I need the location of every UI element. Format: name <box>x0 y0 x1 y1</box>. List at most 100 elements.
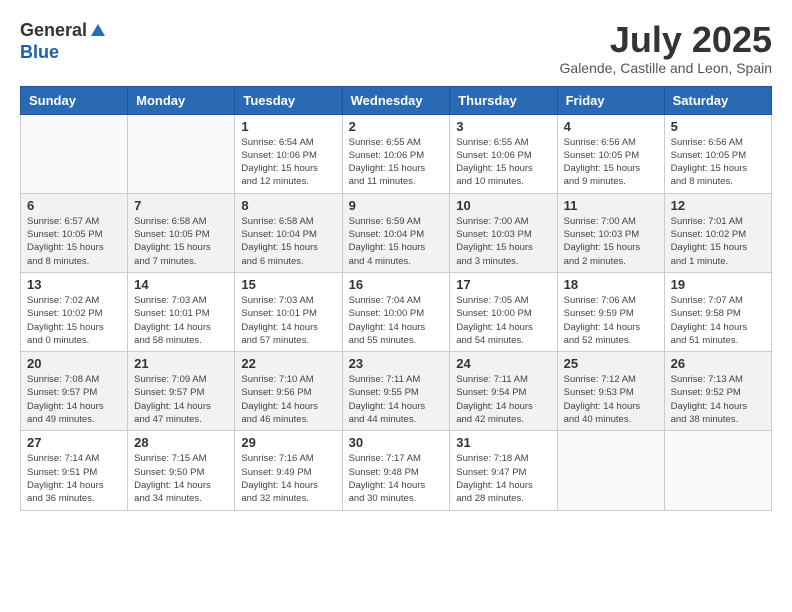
month-year-title: July 2025 <box>560 20 772 60</box>
day-info: Sunrise: 7:08 AM Sunset: 9:57 PM Dayligh… <box>27 373 121 426</box>
table-row <box>128 114 235 193</box>
table-row: 4 Sunrise: 6:56 AM Sunset: 10:05 PM Dayli… <box>557 114 664 193</box>
day-info: Sunrise: 7:15 AM Sunset: 9:50 PM Dayligh… <box>134 452 228 505</box>
day-number: 10 <box>456 198 550 213</box>
day-number: 20 <box>27 356 121 371</box>
table-row: 15 Sunrise: 7:03 AM Sunset: 10:01 PM Dayl… <box>235 272 342 351</box>
day-number: 9 <box>349 198 444 213</box>
weekday-header-monday: Monday <box>128 86 235 114</box>
table-row: 12Sunrise: 7:01 AM Sunset: 10:02 PM Dayl… <box>664 193 771 272</box>
table-row: 3 Sunrise: 6:55 AM Sunset: 10:06 PM Dayli… <box>450 114 557 193</box>
table-row <box>21 114 128 193</box>
day-info: Sunrise: 7:07 AM Sunset: 9:58 PM Dayligh… <box>671 294 765 347</box>
table-row <box>557 431 664 510</box>
day-info: Sunrise: 6:56 AM Sunset: 10:05 PM Daylig… <box>671 136 765 189</box>
table-row: 5Sunrise: 6:56 AM Sunset: 10:05 PM Dayli… <box>664 114 771 193</box>
day-info: Sunrise: 7:03 AM Sunset: 10:01 PM Daylig… <box>134 294 228 347</box>
day-number: 23 <box>349 356 444 371</box>
day-number: 4 <box>564 119 658 134</box>
table-row: 2 Sunrise: 6:55 AM Sunset: 10:06 PM Dayli… <box>342 114 450 193</box>
weekday-header-wednesday: Wednesday <box>342 86 450 114</box>
calendar-table: SundayMondayTuesdayWednesdayThursdayFrid… <box>20 86 772 511</box>
day-number: 6 <box>27 198 121 213</box>
calendar-week-row: 27Sunrise: 7:14 AM Sunset: 9:51 PM Dayli… <box>21 431 772 510</box>
table-row: 24Sunrise: 7:11 AM Sunset: 9:54 PM Dayli… <box>450 352 557 431</box>
table-row: 23 Sunrise: 7:11 AM Sunset: 9:55 PM Dayli… <box>342 352 450 431</box>
table-row: 11Sunrise: 7:00 AM Sunset: 10:03 PM Dayl… <box>557 193 664 272</box>
table-row: 20 Sunrise: 7:08 AM Sunset: 9:57 PM Dayli… <box>21 352 128 431</box>
table-row: 27Sunrise: 7:14 AM Sunset: 9:51 PM Dayli… <box>21 431 128 510</box>
day-info: Sunrise: 7:10 AM Sunset: 9:56 PM Dayligh… <box>241 373 335 426</box>
table-row: 28 Sunrise: 7:15 AM Sunset: 9:50 PM Dayli… <box>128 431 235 510</box>
calendar-week-row: 6 Sunrise: 6:57 AM Sunset: 10:05 PM Dayli… <box>21 193 772 272</box>
day-number: 13 <box>27 277 121 292</box>
table-row: 18 Sunrise: 7:06 AM Sunset: 9:59 PM Dayli… <box>557 272 664 351</box>
day-info: Sunrise: 6:56 AM Sunset: 10:05 PM Daylig… <box>564 136 658 189</box>
day-info: Sunrise: 6:57 AM Sunset: 10:05 PM Daylig… <box>27 215 121 268</box>
day-number: 1 <box>241 119 335 134</box>
day-number: 26 <box>671 356 765 371</box>
day-number: 19 <box>671 277 765 292</box>
table-row: 30 Sunrise: 7:17 AM Sunset: 9:48 PM Dayli… <box>342 431 450 510</box>
day-info: Sunrise: 7:12 AM Sunset: 9:53 PM Dayligh… <box>564 373 658 426</box>
day-info: Sunrise: 7:05 AM Sunset: 10:00 PM Daylig… <box>456 294 550 347</box>
logo-icon <box>89 22 107 42</box>
day-info: Sunrise: 7:01 AM Sunset: 10:02 PM Daylig… <box>671 215 765 268</box>
day-number: 3 <box>456 119 550 134</box>
day-info: Sunrise: 6:55 AM Sunset: 10:06 PM Daylig… <box>349 136 444 189</box>
table-row: 31 Sunrise: 7:18 AM Sunset: 9:47 PM Dayli… <box>450 431 557 510</box>
day-info: Sunrise: 7:04 AM Sunset: 10:00 PM Daylig… <box>349 294 444 347</box>
day-number: 18 <box>564 277 658 292</box>
day-info: Sunrise: 7:00 AM Sunset: 10:03 PM Daylig… <box>564 215 658 268</box>
calendar-week-row: 1 Sunrise: 6:54 AM Sunset: 10:06 PM Dayli… <box>21 114 772 193</box>
day-number: 22 <box>241 356 335 371</box>
day-number: 28 <box>134 435 228 450</box>
day-number: 2 <box>349 119 444 134</box>
day-info: Sunrise: 6:58 AM Sunset: 10:04 PM Daylig… <box>241 215 335 268</box>
table-row <box>664 431 771 510</box>
weekday-header-friday: Friday <box>557 86 664 114</box>
weekday-header-sunday: Sunday <box>21 86 128 114</box>
logo: General Blue <box>20 20 107 63</box>
day-info: Sunrise: 7:17 AM Sunset: 9:48 PM Dayligh… <box>349 452 444 505</box>
day-info: Sunrise: 7:03 AM Sunset: 10:01 PM Daylig… <box>241 294 335 347</box>
table-row: 21 Sunrise: 7:09 AM Sunset: 9:57 PM Dayli… <box>128 352 235 431</box>
day-info: Sunrise: 6:54 AM Sunset: 10:06 PM Daylig… <box>241 136 335 189</box>
day-number: 14 <box>134 277 228 292</box>
table-row: 16 Sunrise: 7:04 AM Sunset: 10:00 PM Dayl… <box>342 272 450 351</box>
calendar-week-row: 13Sunrise: 7:02 AM Sunset: 10:02 PM Dayl… <box>21 272 772 351</box>
table-row: 9Sunrise: 6:59 AM Sunset: 10:04 PM Dayli… <box>342 193 450 272</box>
table-row: 8 Sunrise: 6:58 AM Sunset: 10:04 PM Dayli… <box>235 193 342 272</box>
page-header: General Blue July 2025 Galende, Castille… <box>20 20 772 76</box>
table-row: 6 Sunrise: 6:57 AM Sunset: 10:05 PM Dayli… <box>21 193 128 272</box>
day-info: Sunrise: 6:55 AM Sunset: 10:06 PM Daylig… <box>456 136 550 189</box>
day-info: Sunrise: 7:00 AM Sunset: 10:03 PM Daylig… <box>456 215 550 268</box>
day-number: 16 <box>349 277 444 292</box>
day-number: 21 <box>134 356 228 371</box>
day-info: Sunrise: 7:06 AM Sunset: 9:59 PM Dayligh… <box>564 294 658 347</box>
day-info: Sunrise: 7:11 AM Sunset: 9:55 PM Dayligh… <box>349 373 444 426</box>
day-number: 8 <box>241 198 335 213</box>
table-row: 29Sunrise: 7:16 AM Sunset: 9:49 PM Dayli… <box>235 431 342 510</box>
table-row: 22 Sunrise: 7:10 AM Sunset: 9:56 PM Dayli… <box>235 352 342 431</box>
weekday-header-row: SundayMondayTuesdayWednesdayThursdayFrid… <box>21 86 772 114</box>
day-number: 7 <box>134 198 228 213</box>
day-info: Sunrise: 7:13 AM Sunset: 9:52 PM Dayligh… <box>671 373 765 426</box>
table-row: 19 Sunrise: 7:07 AM Sunset: 9:58 PM Dayli… <box>664 272 771 351</box>
day-number: 30 <box>349 435 444 450</box>
day-info: Sunrise: 7:09 AM Sunset: 9:57 PM Dayligh… <box>134 373 228 426</box>
table-row: 1 Sunrise: 6:54 AM Sunset: 10:06 PM Dayli… <box>235 114 342 193</box>
day-number: 31 <box>456 435 550 450</box>
table-row: 10 Sunrise: 7:00 AM Sunset: 10:03 PM Dayl… <box>450 193 557 272</box>
day-number: 15 <box>241 277 335 292</box>
table-row: 26 Sunrise: 7:13 AM Sunset: 9:52 PM Dayli… <box>664 352 771 431</box>
day-info: Sunrise: 6:58 AM Sunset: 10:05 PM Daylig… <box>134 215 228 268</box>
logo-general: General <box>20 20 87 40</box>
day-info: Sunrise: 7:11 AM Sunset: 9:54 PM Dayligh… <box>456 373 550 426</box>
day-info: Sunrise: 7:18 AM Sunset: 9:47 PM Dayligh… <box>456 452 550 505</box>
location-subtitle: Galende, Castille and Leon, Spain <box>560 60 772 76</box>
weekday-header-thursday: Thursday <box>450 86 557 114</box>
title-block: July 2025 Galende, Castille and Leon, Sp… <box>560 20 772 76</box>
day-number: 17 <box>456 277 550 292</box>
table-row: 17 Sunrise: 7:05 AM Sunset: 10:00 PM Dayl… <box>450 272 557 351</box>
